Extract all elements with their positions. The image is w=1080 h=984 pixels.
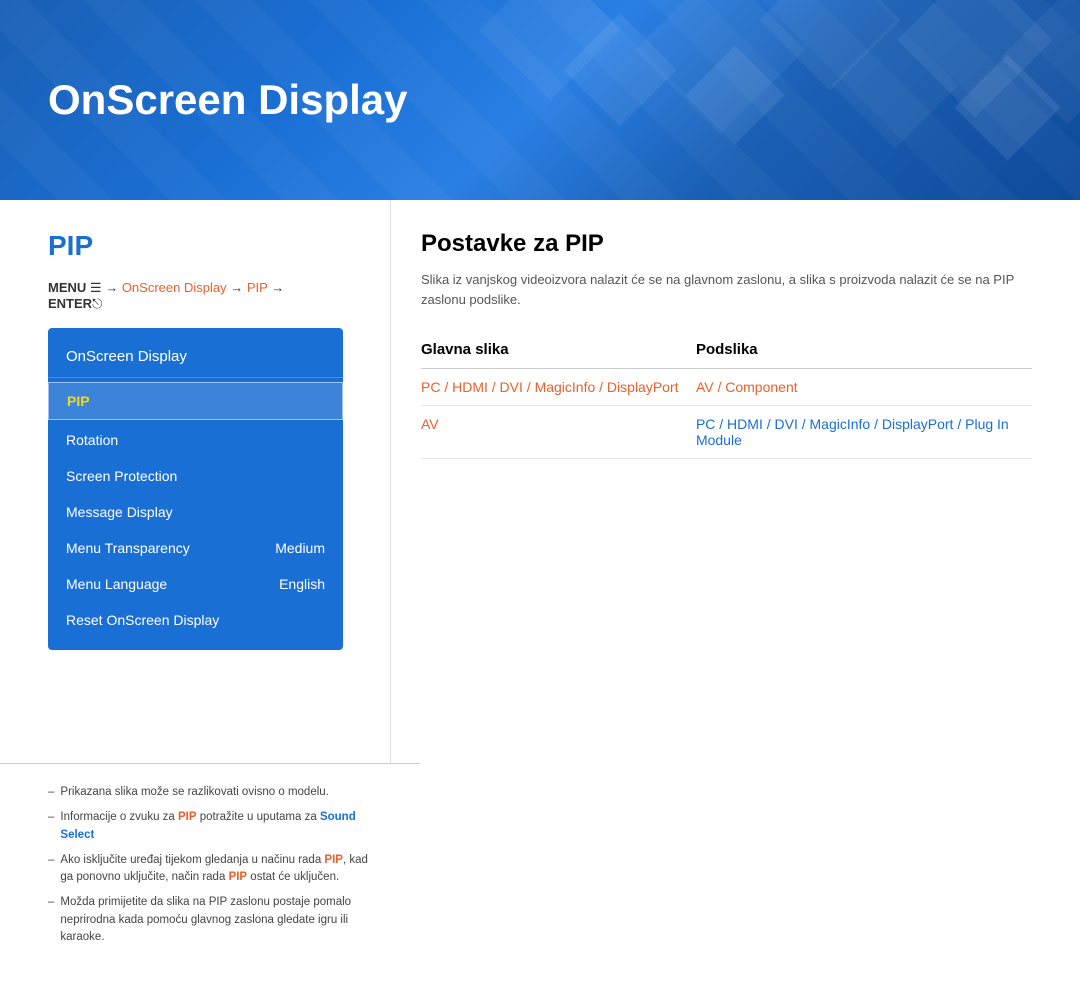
decorative-diamonds — [480, 0, 1080, 200]
menu-language-label: Menu Language — [66, 576, 167, 592]
arrow2: → — [230, 280, 247, 295]
osd-menu: OnScreen Display PIP Rotation Screen Pro… — [48, 328, 343, 650]
pip-heading: PIP — [48, 230, 342, 262]
pip-settings-title: Postavke za PIP — [421, 230, 1032, 258]
menu-language-value: English — [279, 576, 325, 592]
table-cell-main-2: AV — [421, 406, 696, 459]
screen-protection-label: Screen Protection — [66, 468, 177, 484]
note-item-4: – Možda primijetite da slika na PIP zasl… — [48, 894, 372, 946]
table-cell-sub-1: AV / Component — [696, 369, 1032, 406]
menu-item-message-display[interactable]: Message Display — [48, 494, 343, 530]
reset-onscreen-label: Reset OnScreen Display — [66, 612, 219, 628]
main-source-2: AV — [421, 416, 439, 432]
pip-link: PIP — [247, 280, 268, 295]
menu-item-screen-protection[interactable]: Screen Protection — [48, 458, 343, 494]
col-main-header: Glavna slika — [421, 333, 696, 369]
message-display-label: Message Display — [66, 504, 173, 520]
menu-transparency-label: Menu Transparency — [66, 540, 190, 556]
note-dash-3: – — [48, 852, 54, 887]
page-title: OnScreen Display — [48, 76, 407, 124]
menu-item-reset-onscreen[interactable]: Reset OnScreen Display — [48, 602, 343, 638]
sub-source-1: AV / Component — [696, 379, 798, 395]
menu-path: MENU ☰ → OnScreen Display → PIP → ENTER⎋ — [48, 280, 342, 312]
note-text-2: Informacije o zvuku za PIP potražite u u… — [60, 809, 372, 844]
enter-label: ENTER⎋ — [48, 296, 102, 311]
right-panel: Postavke za PIP Slika iz vanjskog videoi… — [390, 200, 1080, 763]
menu-icon: ☰ — [90, 280, 102, 295]
table-cell-sub-2: PC / HDMI / DVI / MagicInfo / DisplayPor… — [696, 406, 1032, 459]
col-sub-header: Podslika — [696, 333, 1032, 369]
table-row: PC / HDMI / DVI / MagicInfo / DisplayPor… — [421, 369, 1032, 406]
notes-section: – Prikazana slika može se razlikovati ov… — [0, 763, 420, 984]
header-banner: OnScreen Display — [0, 0, 1080, 200]
main-content: PIP MENU ☰ → OnScreen Display → PIP → EN… — [0, 200, 1080, 763]
note-item-2: – Informacije o zvuku za PIP potražite u… — [48, 809, 372, 844]
note-text-4: Možda primijetite da slika na PIP zaslon… — [60, 894, 372, 946]
onscreen-display-link: OnScreen Display — [122, 280, 227, 295]
left-panel: PIP MENU ☰ → OnScreen Display → PIP → EN… — [0, 200, 390, 763]
note-item-1: – Prikazana slika može se razlikovati ov… — [48, 784, 372, 801]
main-source-1: PC / HDMI / DVI / MagicInfo / DisplayPor… — [421, 379, 679, 395]
table-cell-main-1: PC / HDMI / DVI / MagicInfo / DisplayPor… — [421, 369, 696, 406]
pip-description: Slika iz vanjskog videoizvora nalazit će… — [421, 270, 1032, 309]
menu-item-pip-label: PIP — [67, 393, 90, 409]
arrow1: → — [105, 280, 122, 295]
sub-source-2: PC / HDMI / DVI / MagicInfo / DisplayPor… — [696, 416, 1009, 448]
menu-item-pip[interactable]: PIP — [48, 382, 343, 420]
note-text-1: Prikazana slika može se razlikovati ovis… — [60, 784, 328, 801]
note-text-3: Ako isključite uređaj tijekom gledanja u… — [60, 852, 372, 887]
menu-label: MENU — [48, 280, 86, 295]
table-row: AV PC / HDMI / DVI / MagicInfo / Display… — [421, 406, 1032, 459]
note-dash-1: – — [48, 784, 54, 801]
rotation-label: Rotation — [66, 432, 118, 448]
osd-menu-header: OnScreen Display — [48, 340, 343, 378]
menu-item-menu-transparency[interactable]: Menu Transparency Medium — [48, 530, 343, 566]
note-item-3: – Ako isključite uređaj tijekom gledanja… — [48, 852, 372, 887]
menu-item-rotation[interactable]: Rotation — [48, 422, 343, 458]
menu-item-menu-language[interactable]: Menu Language English — [48, 566, 343, 602]
pip-table: Glavna slika Podslika PC / HDMI / DVI / … — [421, 333, 1032, 459]
note-dash-2: – — [48, 809, 54, 844]
menu-transparency-value: Medium — [275, 540, 325, 556]
arrow3: → — [271, 280, 284, 295]
note-dash-4: – — [48, 894, 54, 946]
